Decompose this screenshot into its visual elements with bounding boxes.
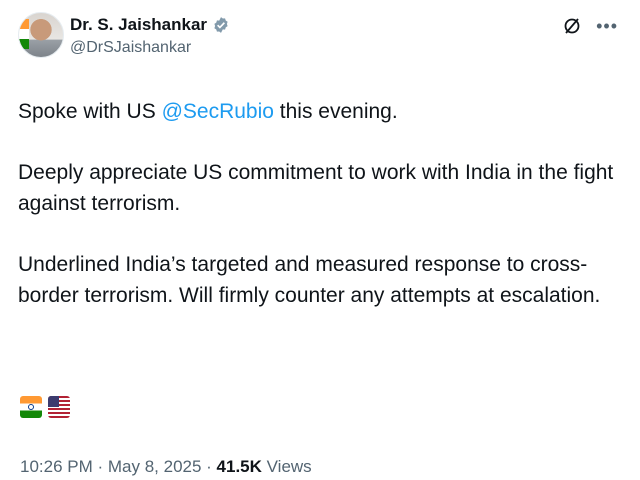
tweet-meta: 10:26 PM · May 8, 2025 · 41.5K Views <box>20 456 312 478</box>
tweet-date[interactable]: May 8, 2025 <box>108 457 202 476</box>
tweet-time[interactable]: 10:26 PM <box>20 457 93 476</box>
tweet-text: Spoke with US @SecRubio this evening. De… <box>18 96 618 341</box>
tweet-paragraph-3: Underlined India’s targeted and measured… <box>18 253 601 307</box>
top-actions: ••• <box>562 16 618 36</box>
avatar[interactable] <box>18 12 64 58</box>
us-flag-icon <box>48 396 70 418</box>
author-handle[interactable]: @DrSJaishankar <box>70 37 230 59</box>
tweet-paragraph-1: Spoke with US @SecRubio this evening. <box>18 96 618 127</box>
tweet-paragraph-2: Deeply appreciate US commitment to work … <box>18 161 614 215</box>
meta-separator: · <box>92 457 108 476</box>
more-icon[interactable]: ••• <box>596 16 618 36</box>
views-count[interactable]: 41.5K <box>217 457 262 476</box>
tweet-header: Dr. S. Jaishankar @DrSJaishankar ••• <box>18 12 622 76</box>
tweet: Dr. S. Jaishankar @DrSJaishankar ••• Spo… <box>0 0 640 480</box>
line1-suffix: this evening. <box>273 100 398 123</box>
author-name-row[interactable]: Dr. S. Jaishankar <box>70 14 230 36</box>
mention-link[interactable]: @SecRubio <box>162 100 274 123</box>
line1-prefix: Spoke with US <box>18 100 162 123</box>
author-display-name[interactable]: Dr. S. Jaishankar <box>70 14 207 36</box>
views-label: Views <box>261 457 312 476</box>
meta-separator-2: · <box>201 457 217 476</box>
verified-badge-icon <box>212 16 230 34</box>
author-names: Dr. S. Jaishankar @DrSJaishankar <box>70 14 230 59</box>
avatar-flag <box>19 19 29 49</box>
grok-icon[interactable] <box>562 16 582 36</box>
india-flag-icon <box>20 396 42 418</box>
emoji-flags <box>20 396 70 418</box>
